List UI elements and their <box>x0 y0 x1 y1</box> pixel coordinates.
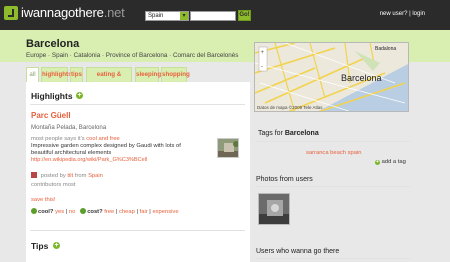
plus-icon: + <box>375 159 380 165</box>
cool-no-link[interactable]: no <box>69 209 75 215</box>
tag-link[interactable]: sarranca beach spain <box>306 150 361 156</box>
vote-row: cool? yes | no cost? free | cheap | fair… <box>31 208 179 215</box>
country-select[interactable]: Spain ▾ <box>145 11 189 21</box>
contributors-label: contributors <box>31 182 62 188</box>
photo-image <box>259 194 289 224</box>
cool-question: cool? <box>38 209 54 215</box>
search-input[interactable] <box>190 11 236 21</box>
sep: | <box>136 209 138 215</box>
divider <box>255 258 410 259</box>
map-city-label: Barcelona <box>341 73 382 83</box>
cost-free-link[interactable]: free <box>104 209 114 215</box>
tab-all[interactable]: all <box>26 67 39 82</box>
user-photo[interactable] <box>258 193 290 225</box>
posted-by: posted by tilt from Spain <box>31 172 103 179</box>
tab-sleeping[interactable]: sleeping <box>135 67 161 82</box>
country-select-value: Spain <box>148 13 164 19</box>
svg-text:-: - <box>261 64 263 70</box>
sep: | <box>65 209 68 215</box>
place-location: Montaña Pelada, Barcelona <box>31 124 107 131</box>
posted-prefix: posted by <box>40 173 66 179</box>
go-button[interactable]: Go! <box>238 10 251 21</box>
map-secondary-label: Badalona <box>375 46 397 52</box>
account-links: new user? | login <box>380 11 425 17</box>
logo-tld-text: .net <box>103 5 125 20</box>
rating-value: cool and free <box>86 136 120 142</box>
tags-heading: Tags for Barcelona <box>258 130 319 137</box>
tab-highlights[interactable]: highlights <box>41 67 72 82</box>
page-title: Barcelona <box>26 38 80 50</box>
divider <box>255 186 410 187</box>
check-icon <box>80 208 87 214</box>
divider <box>255 141 410 142</box>
cost-cheap-link[interactable]: cheap <box>119 209 135 215</box>
map-graphic: + - <box>255 43 408 111</box>
posted-user-link[interactable]: tilt <box>67 173 73 179</box>
place-title-link[interactable]: Parc Güell <box>31 111 71 120</box>
contributors-value: most <box>62 182 76 188</box>
contributors: contributors most <box>31 182 75 188</box>
svg-text:+: + <box>261 50 265 56</box>
link-separator: | <box>409 11 411 17</box>
new-user-link[interactable]: new user? <box>380 11 408 17</box>
breadcrumb[interactable]: Europe · Spain · Catalonia · Province of… <box>26 52 238 59</box>
map-copyright: Datos de mapa ©2009 Tele Atlas <box>257 105 323 110</box>
rating-prefix: most people says it's <box>31 136 85 142</box>
login-link[interactable]: login <box>412 11 425 17</box>
cost-fair-link[interactable]: fair <box>140 209 148 215</box>
posted-from-prefix: from <box>74 173 87 179</box>
tags-city: Barcelona <box>284 130 319 137</box>
thumbnail-image <box>218 139 238 157</box>
tags-prefix: Tags for <box>258 130 283 137</box>
cool-yes-link[interactable]: yes <box>55 209 64 215</box>
cost-question: cost? <box>87 209 103 215</box>
save-link[interactable]: save this! <box>31 197 56 203</box>
place-thumbnail[interactable] <box>217 138 239 158</box>
add-highlight-icon[interactable]: + <box>76 92 83 99</box>
place-url-link[interactable]: http://en.wikipedia.org/wiki/Park_G%C3%B… <box>31 157 147 163</box>
add-tag-label: add a tag <box>381 159 406 165</box>
rating-summary: most people says it's cool and free <box>31 136 120 142</box>
photos-heading: Photos from users <box>256 176 313 183</box>
tab-tips[interactable]: tips <box>70 67 83 82</box>
divider <box>30 230 245 231</box>
cost-expensive-link[interactable]: expensive <box>152 209 178 215</box>
sep: | <box>149 209 151 215</box>
logo-main-text: iwannagothere <box>21 5 104 20</box>
sep: | <box>115 209 118 215</box>
posted-from-link[interactable]: Spain <box>88 173 103 179</box>
tab-shopping[interactable]: shopping <box>161 67 190 82</box>
divider <box>30 104 245 105</box>
chevron-down-icon: ▾ <box>180 12 188 20</box>
city-map[interactable]: + - Barcelona Badalona Datos de mapa ©20… <box>254 42 409 112</box>
users-heading: Users who wanna go there <box>256 248 340 255</box>
tips-heading: Tips <box>31 241 49 251</box>
avatar[interactable] <box>31 172 37 178</box>
highlights-heading: Highlights <box>31 91 73 101</box>
site-logo[interactable]: iwannagothere.net <box>21 5 125 20</box>
place-description: Impressive garden complex designed by Ga… <box>31 143 181 156</box>
tab-eating-drinking[interactable]: eating & drinking <box>86 67 132 92</box>
logo-icon[interactable] <box>4 6 18 20</box>
add-tag-button[interactable]: + add a tag <box>375 159 406 165</box>
check-icon <box>31 208 37 214</box>
add-tip-icon[interactable]: + <box>53 242 60 249</box>
